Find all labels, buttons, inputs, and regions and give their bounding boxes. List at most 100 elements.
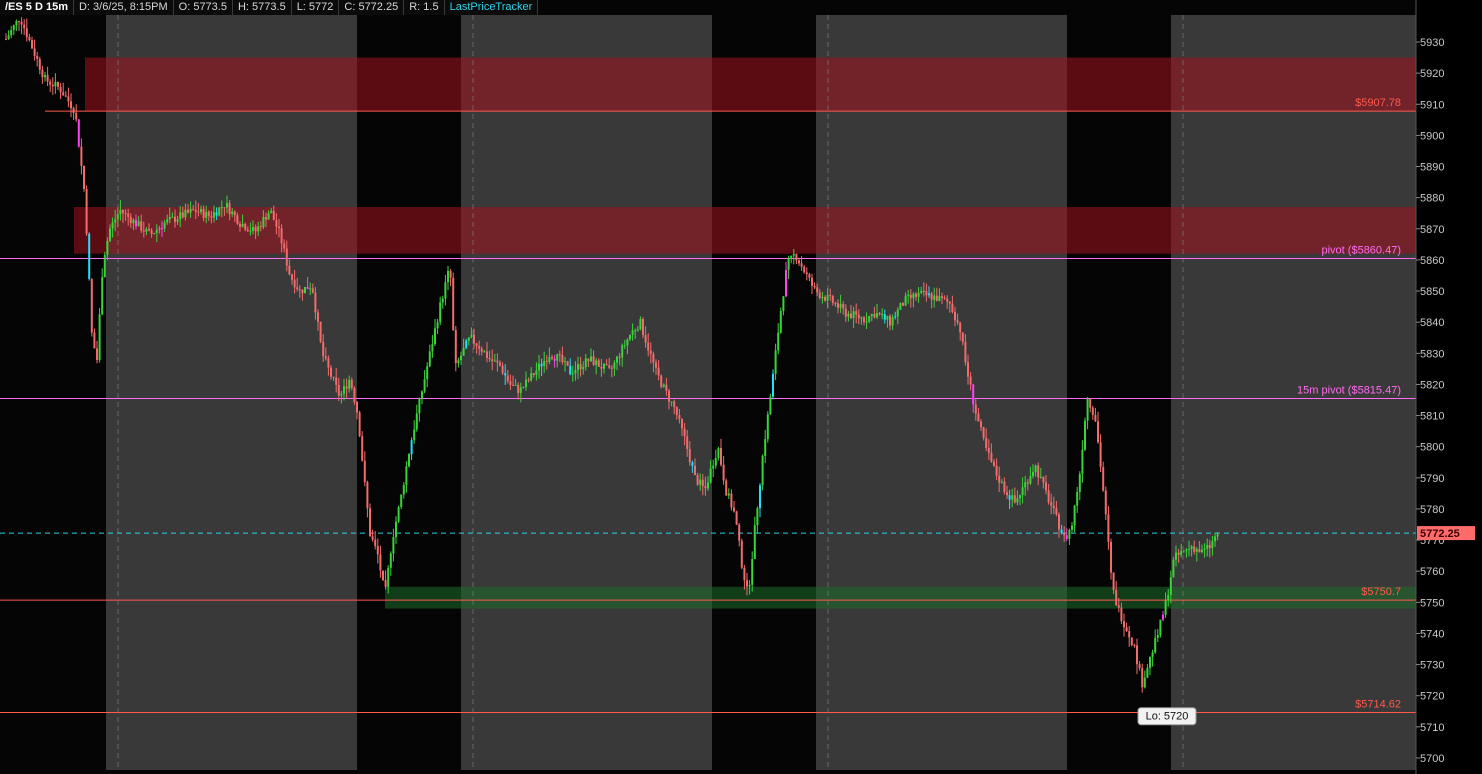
candle-body [1011, 495, 1014, 500]
candle-body [5, 38, 7, 40]
candle-body [1063, 533, 1066, 536]
candle-body [707, 482, 709, 489]
candle-body [491, 359, 494, 362]
candle-body [168, 216, 171, 220]
candle-body [402, 484, 405, 495]
candle-body [753, 525, 756, 560]
candle-body [847, 313, 850, 317]
candle-body [1185, 549, 1188, 551]
candle-body [150, 230, 153, 234]
candle-body [727, 493, 730, 496]
symbol-label[interactable]: /ES 5 D 15m [0, 0, 74, 15]
candle-body [358, 412, 361, 437]
candle-body [748, 584, 751, 587]
candle-body [618, 356, 621, 358]
candle-body [1156, 635, 1159, 638]
candle-body [826, 295, 829, 301]
candle-body [1039, 476, 1042, 478]
candle-body [1211, 541, 1214, 548]
candle-body [959, 322, 962, 333]
candle-body [343, 386, 345, 394]
candle-body [132, 219, 135, 224]
candle-body [1182, 550, 1185, 552]
candle-body [1008, 495, 1011, 500]
candle-body [813, 285, 816, 288]
candle-body [740, 540, 743, 568]
candle-body [857, 314, 860, 319]
candle-body [1016, 498, 1019, 503]
bar-date: D: 3/6/25, 8:15PM [74, 0, 174, 15]
candle-body [904, 295, 907, 306]
candle-body [116, 214, 119, 220]
candle-body [311, 288, 314, 293]
candle-body [1013, 495, 1016, 503]
candle-body [127, 213, 130, 217]
candle-body [1091, 407, 1094, 415]
candle-body [722, 464, 725, 481]
candle-body [1138, 664, 1141, 668]
candle-body [551, 356, 553, 359]
candle-body [1162, 614, 1164, 620]
candle-body [907, 294, 910, 296]
candle-body [873, 314, 876, 318]
candle-body [241, 223, 244, 227]
price-chart[interactable]: $5907.78 pivot ($5860.47) 15m pivot ($5815… [0, 0, 1482, 774]
candle-body [1026, 482, 1029, 484]
candle-body [205, 211, 208, 218]
candle-body [982, 427, 985, 438]
candle-body [1102, 467, 1105, 491]
candle-body [699, 479, 702, 485]
resistance-zone [85, 57, 1416, 112]
candle-body [1055, 508, 1058, 515]
candle-body [912, 293, 915, 299]
candle-body [662, 384, 665, 387]
candle-body [1045, 482, 1047, 491]
price-tick-label: 5700 [1420, 753, 1444, 765]
candle-body [244, 223, 247, 230]
candle-body [917, 292, 920, 297]
candle-body [1052, 505, 1055, 509]
candle-body [1154, 637, 1157, 653]
candle-body [327, 358, 330, 368]
candle-body [946, 298, 949, 302]
candle-body [1143, 677, 1146, 688]
bar-low: L: 5772 [292, 0, 340, 15]
candle-body [192, 208, 195, 210]
candle-body [720, 448, 722, 465]
candle-body [197, 211, 200, 213]
candle-body [395, 521, 397, 538]
candle-body [1167, 594, 1170, 601]
candle-body [1058, 514, 1060, 530]
candle-body [23, 24, 26, 29]
candle-body [865, 321, 868, 323]
candle-body [766, 414, 769, 440]
candle-body [608, 365, 611, 368]
candle-body [1201, 549, 1203, 553]
candle-body [431, 344, 434, 352]
candle-body [480, 348, 483, 352]
candle-body [1112, 572, 1115, 591]
candle-body [20, 21, 23, 25]
candle-body [574, 370, 577, 374]
candle-body [88, 233, 91, 279]
candle-body [883, 314, 886, 320]
candle-body [181, 212, 184, 218]
candle-body [948, 301, 951, 304]
candle-body [1206, 544, 1209, 549]
candle-body [631, 330, 634, 335]
price-tick-label: 5840 [1420, 317, 1444, 329]
candle-body [990, 452, 993, 462]
chart-header: /ES 5 D 15m D: 3/6/25, 8:15PM O: 5773.5 … [0, 0, 539, 15]
candle-body [795, 254, 798, 261]
price-axis[interactable]: 5700571057205730574057505760577057805790… [1415, 0, 1482, 774]
study-label[interactable]: LastPriceTracker [445, 0, 539, 15]
level-label: pivot ($5860.47) [1322, 244, 1402, 256]
candle-body [410, 440, 413, 455]
candle-body [106, 240, 109, 255]
candle-body [1175, 552, 1177, 560]
candle-body [98, 314, 101, 360]
price-tick-label: 5750 [1420, 597, 1444, 609]
candle-body [756, 508, 759, 526]
candle-body [233, 211, 236, 216]
candle-body [709, 468, 712, 483]
